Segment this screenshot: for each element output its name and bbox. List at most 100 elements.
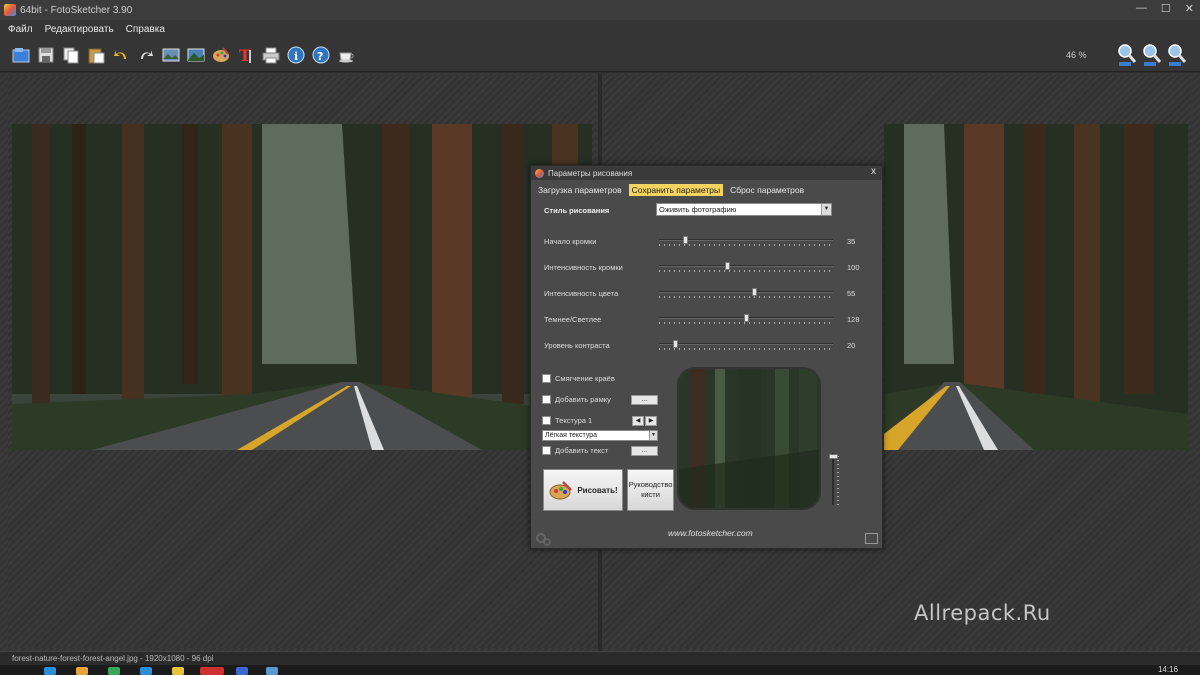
- style-dropdown[interactable]: Оживить фотографию ▼: [656, 203, 832, 216]
- zoom-in-icon[interactable]: [1116, 42, 1138, 68]
- slider-value-edge-intensity: 100: [847, 263, 860, 272]
- slider-label-darker-lighter: Темнее/Светлее: [544, 315, 602, 324]
- slider-thumb[interactable]: [744, 314, 749, 322]
- add-frame-checkbox[interactable]: [542, 395, 551, 404]
- dialog-close-icon[interactable]: x: [871, 166, 876, 177]
- slider-value-darker-lighter: 128: [847, 315, 860, 324]
- menu-help[interactable]: Справка: [124, 23, 167, 36]
- slider-label-contrast: Уровень контраста: [544, 341, 610, 350]
- slider-thumb[interactable]: [829, 454, 838, 459]
- slider-edge-start[interactable]: [659, 236, 833, 248]
- style-label: Стиль рисования: [544, 206, 610, 215]
- copy-icon[interactable]: [60, 43, 82, 67]
- palette-icon: [549, 481, 573, 500]
- slider-label-color-intensity: Интенсивность цвета: [544, 289, 619, 298]
- brush-guide-label: Руководство кисти: [628, 480, 673, 499]
- taskbar-clock: 14:16: [1157, 665, 1178, 674]
- menu-edit[interactable]: Редактировать: [43, 23, 116, 36]
- add-text-label: Добавить текст: [555, 446, 609, 455]
- slider-darker-lighter[interactable]: [659, 314, 833, 326]
- minimize-icon[interactable]: —: [1136, 2, 1147, 15]
- svg-text:?: ?: [317, 50, 323, 63]
- maximize-icon[interactable]: ☐: [1161, 2, 1171, 15]
- draw-button-label: Рисовать!: [577, 485, 618, 495]
- chevron-down-icon[interactable]: ▼: [821, 204, 831, 215]
- slider-thumb[interactable]: [673, 340, 678, 348]
- slider-value-contrast: 20: [847, 341, 856, 350]
- taskbar-app-icon[interactable]: [172, 667, 184, 675]
- add-frame-label: Добавить рамку: [555, 395, 611, 404]
- zoom-fit-icon[interactable]: [1166, 42, 1188, 68]
- slider-thumb[interactable]: [752, 288, 757, 296]
- zoom-level: 46 %: [1066, 50, 1087, 60]
- texture-dropdown[interactable]: Лёгкая текстура ▼: [542, 430, 658, 441]
- original-photo: [12, 124, 592, 450]
- taskbar-app-icon[interactable]: [140, 667, 152, 675]
- paste-icon[interactable]: [85, 43, 107, 67]
- redo-icon[interactable]: [135, 43, 157, 67]
- title-bar: 64bit - FotoSketcher 3.90 — ☐ ✕: [0, 0, 1200, 20]
- text-icon[interactable]: T: [235, 43, 257, 67]
- open-icon[interactable]: [10, 43, 32, 67]
- add-text-checkbox[interactable]: [542, 446, 551, 455]
- gear-icon[interactable]: [534, 531, 552, 547]
- website-link[interactable]: www.fotosketcher.com: [668, 528, 753, 538]
- tab-reset-params[interactable]: Сброс параметров: [727, 184, 807, 196]
- window-title: 64bit - FotoSketcher 3.90: [20, 4, 133, 16]
- texture-label: Текстура 1: [555, 416, 593, 425]
- close-icon[interactable]: ✕: [1185, 2, 1194, 15]
- slider-label-edge-intensity: Интенсивность кромки: [544, 263, 623, 272]
- svg-text:i: i: [294, 50, 298, 63]
- frame-options-button[interactable]: ...: [631, 395, 658, 405]
- undo-icon[interactable]: [110, 43, 132, 67]
- save-icon[interactable]: [35, 43, 57, 67]
- style-value: Оживить фотографию: [659, 205, 737, 214]
- slider-thumb[interactable]: [725, 262, 730, 270]
- zoom-out-icon[interactable]: [1141, 42, 1163, 68]
- slider-value-edge-start: 35: [847, 237, 856, 246]
- taskbar-app-icon[interactable]: [266, 667, 278, 675]
- brush-guide-button[interactable]: Руководство кисти: [627, 469, 674, 511]
- app-icon: [4, 4, 16, 16]
- taskbar-app-icon[interactable]: [236, 667, 248, 675]
- tab-load-params[interactable]: Загрузка параметров: [535, 184, 625, 196]
- taskbar: 14:16: [0, 665, 1200, 675]
- help-icon[interactable]: ?: [310, 43, 332, 67]
- preview-zoom-slider[interactable]: [829, 453, 839, 505]
- status-bar: forest-nature-forest-forest-angel.jpg - …: [0, 651, 1200, 665]
- window-controls: — ☐ ✕: [1136, 2, 1194, 15]
- taskbar-app-icon[interactable]: [76, 667, 88, 675]
- texture-checkbox[interactable]: [542, 416, 551, 425]
- palette-icon[interactable]: [210, 43, 232, 67]
- next-texture-button[interactable]: ▶: [645, 416, 657, 426]
- resize-icon[interactable]: [865, 533, 878, 544]
- text-options-button[interactable]: ...: [631, 446, 658, 456]
- chevron-down-icon[interactable]: ▼: [649, 431, 657, 440]
- coffee-icon[interactable]: [335, 43, 357, 67]
- draw-button[interactable]: Рисовать!: [543, 469, 623, 511]
- menu-bar: Файл Редактировать Справка: [0, 20, 1200, 38]
- file-info: forest-nature-forest-forest-angel.jpg - …: [12, 654, 214, 663]
- slider-value-color-intensity: 55: [847, 289, 856, 298]
- slider-edge-intensity[interactable]: [659, 262, 833, 274]
- slider-contrast[interactable]: [659, 340, 833, 352]
- landscape-icon[interactable]: [185, 43, 207, 67]
- preview-thumbnail[interactable]: [677, 367, 821, 510]
- taskbar-app-icon[interactable]: [44, 667, 56, 675]
- drawing-parameters-dialog: Параметры рисования x Загрузка параметро…: [530, 165, 883, 549]
- tab-save-params[interactable]: Сохранить параметры: [628, 184, 724, 196]
- menu-file[interactable]: Файл: [6, 23, 35, 36]
- watermark: Allrepack.Ru: [914, 601, 1051, 625]
- taskbar-app-icon[interactable]: [108, 667, 120, 675]
- dialog-tabs: Загрузка параметров Сохранить параметры …: [535, 184, 807, 196]
- dialog-app-icon: [535, 168, 544, 178]
- prev-texture-button[interactable]: ◀: [632, 416, 644, 426]
- info-icon[interactable]: i: [285, 43, 307, 67]
- print-icon[interactable]: [260, 43, 282, 67]
- slider-color-intensity[interactable]: [659, 288, 833, 300]
- taskbar-app-icon[interactable]: [200, 667, 224, 675]
- image-icon[interactable]: [160, 43, 182, 67]
- smooth-edges-checkbox[interactable]: [542, 374, 551, 383]
- dialog-title-bar[interactable]: Параметры рисования x: [531, 166, 882, 180]
- slider-thumb[interactable]: [683, 236, 688, 244]
